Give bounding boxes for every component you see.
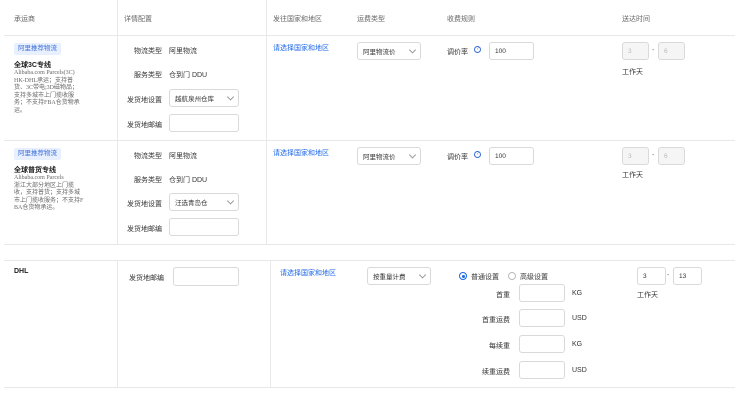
days-unit: 工作天	[622, 69, 643, 76]
divider	[4, 35, 735, 36]
radio-advanced-label: 高级设置	[520, 274, 548, 281]
ship-from-select[interactable]: 汪选青岛仓	[169, 193, 239, 211]
service-type-label: 服务类型	[134, 177, 162, 184]
carrier-name: 全球普货专线	[14, 167, 56, 174]
chevron-down-icon	[418, 271, 427, 279]
select-destination-link[interactable]: 请选择国家和地区	[273, 43, 329, 53]
chevron-down-icon	[408, 151, 417, 159]
header-detail: 详情配置	[124, 16, 152, 23]
postcode-input[interactable]	[169, 114, 239, 132]
range-dash: -	[652, 47, 655, 54]
rate-label: 调价率	[447, 154, 468, 161]
days-unit: 工作天	[637, 292, 658, 299]
days-from-input[interactable]: 3	[622, 42, 649, 60]
radio-normal-label: 普通设置	[471, 274, 499, 281]
postcode-label: 发货地邮编	[127, 226, 162, 233]
range-dash: -	[667, 272, 670, 279]
recommended-badge: 阿里推荐物流	[14, 148, 61, 160]
help-icon[interactable]: ?	[474, 151, 481, 158]
carrier-description: Alibaba.com Parcels(3C) HK-DHL承运；支持普 货、3…	[14, 70, 80, 114]
days-from-input[interactable]: 3	[637, 267, 666, 285]
range-dash: -	[652, 152, 655, 159]
days-unit: 工作天	[622, 172, 643, 179]
postcode-label: 发货地邮编	[127, 122, 162, 129]
header-delivery-time: 送达时间	[622, 16, 650, 23]
postcode-label: 发货地邮编	[129, 275, 164, 282]
first-weight-input[interactable]	[519, 284, 565, 302]
add-fee-input[interactable]	[519, 361, 565, 379]
fee-type-select[interactable]: 阿里物流价	[357, 147, 421, 165]
rate-label: 调价率	[447, 49, 468, 56]
select-destination-link[interactable]: 请选择国家和地区	[280, 268, 336, 278]
first-fee-label: 首重运费	[482, 317, 510, 324]
chevron-down-icon	[226, 93, 235, 101]
logistics-type-label: 物流类型	[134, 48, 162, 55]
fee-type-select[interactable]: 按重量计费	[367, 267, 431, 285]
header-carrier: 承运商	[14, 16, 35, 23]
carrier-name: DHL	[14, 268, 29, 275]
postcode-input[interactable]	[169, 218, 239, 236]
add-weight-input[interactable]	[519, 335, 565, 353]
help-icon[interactable]: ?	[474, 46, 481, 53]
service-type-value: 仓到门 DDU	[169, 72, 208, 79]
first-weight-unit: KG	[572, 290, 583, 297]
column-divider	[266, 0, 267, 244]
postcode-input[interactable]	[173, 267, 239, 286]
chevron-down-icon	[408, 46, 417, 54]
select-destination-link[interactable]: 请选择国家和地区	[273, 148, 329, 158]
ship-from-label: 发货地设置	[127, 97, 162, 104]
days-to-input[interactable]: 6	[658, 42, 685, 60]
column-divider	[117, 260, 118, 387]
carrier-description: Alibaba.com Parcels 浙江大部分地区上门揽 收，支持普货；支持…	[14, 175, 84, 211]
service-type-label: 服务类型	[134, 72, 162, 79]
ship-from-label: 发货地设置	[127, 201, 162, 208]
divider	[4, 244, 735, 245]
first-fee-input[interactable]	[519, 309, 565, 327]
days-to-input[interactable]: 13	[673, 267, 702, 285]
column-divider	[270, 260, 271, 387]
days-to-input[interactable]: 6	[658, 147, 685, 165]
ship-from-select[interactable]: 越航泉州仓库	[169, 89, 239, 107]
recommended-badge: 阿里推荐物流	[14, 43, 61, 55]
carrier-name: 全球3C专线	[14, 62, 51, 69]
radio-normal[interactable]	[459, 272, 467, 280]
add-fee-unit: USD	[572, 367, 587, 374]
add-weight-label: 每续重	[489, 343, 510, 350]
logistics-type-value: 阿里物流	[169, 48, 197, 55]
add-weight-unit: KG	[572, 341, 583, 348]
chevron-down-icon	[226, 197, 235, 205]
column-divider	[117, 0, 118, 244]
logistics-type-label: 物流类型	[134, 153, 162, 160]
first-fee-unit: USD	[572, 315, 587, 322]
add-fee-label: 续重运费	[482, 369, 510, 376]
first-weight-label: 首重	[496, 292, 510, 299]
logistics-type-value: 阿里物流	[169, 153, 197, 160]
days-from-input[interactable]: 3	[622, 147, 649, 165]
rate-input[interactable]: 100	[489, 147, 534, 165]
divider	[4, 260, 735, 261]
header-fee-rule: 收费规则	[447, 16, 475, 23]
service-type-value: 仓到门 DDU	[169, 177, 208, 184]
fee-type-select[interactable]: 阿里物流价	[357, 42, 421, 60]
divider	[4, 140, 735, 141]
divider	[4, 387, 735, 388]
radio-advanced[interactable]	[508, 272, 516, 280]
header-fee-type: 运费类型	[357, 16, 385, 23]
rate-input[interactable]: 100	[489, 42, 534, 60]
header-destination: 发往国家和地区	[273, 16, 322, 23]
